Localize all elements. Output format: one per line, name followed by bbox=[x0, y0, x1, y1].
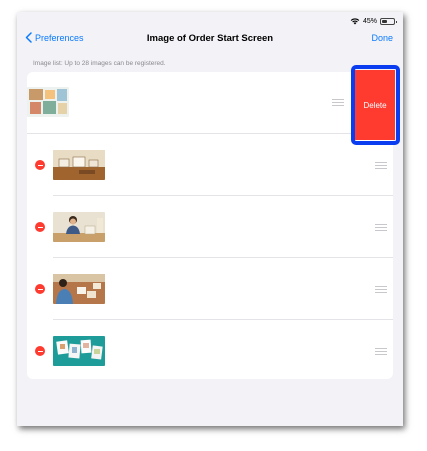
battery-percent: 45% bbox=[362, 17, 377, 25]
delete-button[interactable]: Delete bbox=[355, 70, 395, 140]
reorder-handle-icon[interactable] bbox=[332, 99, 344, 106]
ipad-screen: 45% Preferences Image of Order Start Scr… bbox=[17, 12, 403, 426]
delete-circle-icon[interactable] bbox=[35, 222, 45, 232]
list-item[interactable] bbox=[27, 196, 393, 258]
person-sitting-thumbnail bbox=[53, 212, 105, 242]
delete-circle-icon[interactable] bbox=[35, 284, 45, 294]
wooden-table-photos-thumbnail bbox=[53, 150, 105, 180]
reorder-handle-icon[interactable] bbox=[375, 286, 387, 293]
list-item[interactable] bbox=[27, 258, 393, 320]
done-button[interactable]: Done bbox=[371, 33, 393, 43]
delete-circle-icon[interactable] bbox=[35, 160, 45, 170]
list-item[interactable] bbox=[27, 72, 393, 134]
reorder-handle-icon[interactable] bbox=[375, 224, 387, 231]
photo-collage-thumbnail bbox=[27, 87, 69, 117]
page-title: Image of Order Start Screen bbox=[146, 33, 274, 44]
photo-prints-teal-thumbnail bbox=[53, 336, 105, 366]
person-with-photos-thumbnail bbox=[53, 274, 105, 304]
list-item[interactable] bbox=[27, 320, 393, 379]
wifi-icon bbox=[350, 18, 360, 25]
delete-circle-icon[interactable] bbox=[35, 346, 45, 356]
battery-icon bbox=[380, 17, 397, 25]
reorder-handle-icon[interactable] bbox=[375, 162, 387, 169]
section-header: Image list: Up to 28 images can be regis… bbox=[33, 60, 166, 67]
navigation-bar: Preferences Image of Order Start Screen … bbox=[17, 26, 403, 52]
battery-level bbox=[382, 19, 387, 23]
image-list bbox=[27, 72, 393, 379]
reorder-handle-icon[interactable] bbox=[375, 348, 387, 355]
list-item[interactable] bbox=[27, 134, 393, 196]
